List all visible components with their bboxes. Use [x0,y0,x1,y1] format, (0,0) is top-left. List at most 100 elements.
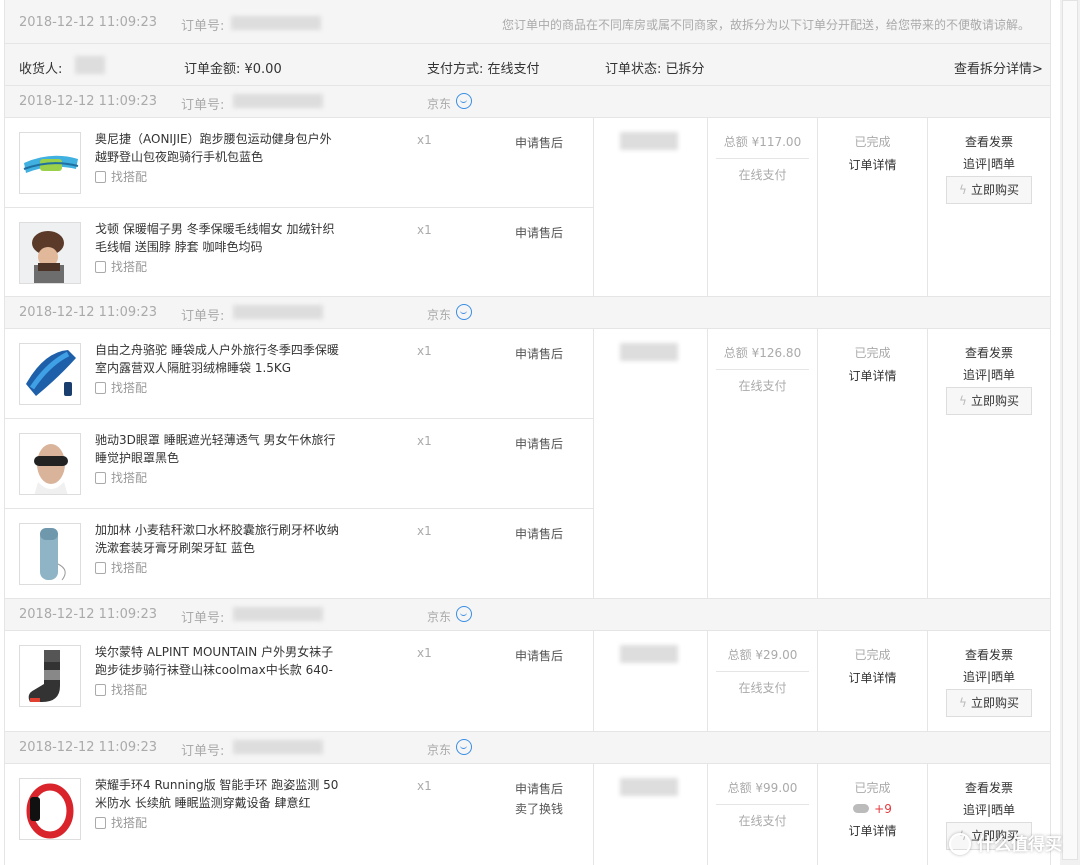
quantity: x1 [417,779,432,793]
view-invoice-link[interactable]: 查看发票 [928,344,1050,361]
split-notice: 您订单中的商品在不同库房或属不同商家，故拆分为以下订单分开配送，给您带来的不便敬… [501,18,1030,32]
view-split-details-link[interactable]: 查看拆分详情> [954,58,1043,77]
product-row: 埃尔蒙特 ALPINT MOUNTAIN 户外男女袜子跑步徒步骑行袜登山袜coo… [5,631,593,732]
scrollbar-thumb[interactable] [1062,0,1078,860]
after-sale-link[interactable]: 申请售后 [515,434,563,454]
product-title[interactable]: 戈顿 保暖帽子男 冬季保暖毛线帽女 加绒针织毛线帽 送围脖 脖套 咖啡色均码 [95,220,343,256]
view-invoice-link[interactable]: 查看发票 [928,133,1050,150]
buy-again-button[interactable]: ϟ 立即购买 [946,176,1032,204]
buy-again-button[interactable]: ϟ 立即购买 [946,387,1032,415]
divider [716,804,809,805]
review-link[interactable]: 追评|晒单 [928,668,1050,685]
product-title[interactable]: 奥尼捷（AONIJIE）跑步腰包运动健身包户外越野登山包夜跑骑行手机包蓝色 [95,130,343,166]
find-match-link[interactable]: 找搭配 [95,379,147,396]
review-link[interactable]: 追评|晒单 [928,801,1050,818]
receiver-blurred [620,645,678,663]
sub-order-header: 2018-12-12 11:09:23 订单号: 京东 [5,86,1050,118]
receiver-label: 收货人: [19,62,63,77]
payment-method: 在线支付 [738,814,787,828]
order-total: 总额 ¥99.00 [727,781,798,795]
shop-name[interactable]: 京东 [427,741,451,758]
amount-cell: 总额 ¥29.00 在线支付 [707,631,817,731]
product-title[interactable]: 荣耀手环4 Running版 智能手环 跑姿监测 50米防水 长续航 睡眠监测穿… [95,776,343,812]
order-date: 2018-12-12 11:09:23 [19,607,158,622]
order-number-blurred [231,16,321,30]
order-number-label: 订单号: [181,98,225,113]
payment-method: 在线支付 [738,168,787,182]
quantity: x1 [417,646,432,660]
fitness-band-thumbnail[interactable] [19,778,81,840]
buy-again-button[interactable]: ϟ 立即购买 [946,689,1032,717]
shop-name[interactable]: 京东 [427,95,451,112]
order-number-blurred [233,607,323,621]
after-sale-link[interactable]: 申请售后 [515,344,563,364]
order-detail-link[interactable]: 订单详情 [818,367,927,384]
receiver-blurred [620,132,678,150]
order-amount: 订单金额: ¥0.00 [184,62,282,77]
after-sale-link[interactable]: 申请售后 [515,646,563,666]
sub-order: 奥尼捷（AONIJIE）跑步腰包运动健身包户外越野登山包夜跑骑行手机包蓝色 找搭… [5,118,1050,297]
after-sale-link[interactable]: 申请售后 [515,133,563,153]
chat-icon[interactable] [456,304,472,320]
waist-bag-thumbnail[interactable] [19,132,81,194]
sleeping-bag-thumbnail[interactable] [19,343,81,405]
divider [716,158,809,159]
match-icon [95,171,106,183]
order-date: 2018-12-12 11:09:23 [19,305,158,320]
eye-mask-thumbnail[interactable] [19,433,81,495]
order-detail-link[interactable]: 订单详情 [818,669,927,686]
product-title[interactable]: 加加林 小麦秸秆漱口水杯胶囊旅行刷牙杯收纳洗漱套装牙膏牙刷架牙缸 蓝色 [95,521,343,557]
product-row: 自由之舟骆驼 睡袋成人户外旅行冬季四季保暖室内露营双人隔脏羽绒棉睡袋 1.5KG… [5,329,593,419]
knit-hat-thumbnail[interactable] [19,222,81,284]
chat-icon[interactable] [456,739,472,755]
review-link[interactable]: 追评|晒单 [928,155,1050,172]
status-completed: 已完成 [854,648,891,662]
status-cell: 已完成 订单详情 [817,329,927,598]
order-date: 2018-12-12 11:09:23 [19,15,158,30]
shop-name[interactable]: 京东 [427,608,451,625]
sub-order: 荣耀手环4 Running版 智能手环 跑姿监测 50米防水 长续航 睡眠监测穿… [5,764,1050,865]
points-earned: +9 [818,802,927,816]
match-icon [95,261,106,273]
lightning-icon: ϟ [959,183,967,197]
receiver-blurred [620,343,678,361]
product-title[interactable]: 驰动3D眼罩 睡眠遮光轻薄透气 男女午休旅行睡觉护眼罩黑色 [95,431,343,467]
find-match-link[interactable]: 找搭配 [95,814,147,831]
after-sale-link[interactable]: 申请售后 [515,223,563,243]
watermark-logo-icon [949,833,971,855]
quantity: x1 [417,223,432,237]
chat-icon[interactable] [456,606,472,622]
review-link[interactable]: 追评|晒单 [928,366,1050,383]
after-sale-link[interactable]: 申请售后 [515,524,563,544]
view-invoice-link[interactable]: 查看发票 [928,646,1050,663]
receiver-cell [593,118,707,296]
find-match-link[interactable]: 找搭配 [95,168,147,185]
find-match-link[interactable]: 找搭配 [95,469,147,486]
product-title[interactable]: 埃尔蒙特 ALPINT MOUNTAIN 户外男女袜子跑步徒步骑行袜登山袜coo… [95,643,343,679]
sock-thumbnail[interactable] [19,645,81,707]
sub-order: 埃尔蒙特 ALPINT MOUNTAIN 户外男女袜子跑步徒步骑行袜登山袜coo… [5,631,1050,732]
sock-image [28,650,60,702]
quantity: x1 [417,133,432,147]
eye-mask-image [34,444,68,494]
travel-cup-thumbnail[interactable] [19,523,81,585]
order-detail-link[interactable]: 订单详情 [818,822,927,839]
product-title[interactable]: 自由之舟骆驼 睡袋成人户外旅行冬季四季保暖室内露营双人隔脏羽绒棉睡袋 1.5KG [95,341,343,377]
shop-name[interactable]: 京东 [427,306,451,323]
product-row: 加加林 小麦秸秆漱口水杯胶囊旅行刷牙杯收纳洗漱套装牙膏牙刷架牙缸 蓝色 找搭配 … [5,509,593,599]
divider [716,369,809,370]
order-number-label: 订单号: [181,19,225,34]
view-invoice-link[interactable]: 查看发票 [928,779,1050,796]
find-match-link[interactable]: 找搭配 [95,258,147,275]
find-match-link[interactable]: 找搭配 [95,559,147,576]
match-icon [95,817,106,829]
receiver-blurred [620,778,678,796]
order-detail-link[interactable]: 订单详情 [818,156,927,173]
sub-order-header: 2018-12-12 11:09:23 订单号: 京东 [5,599,1050,631]
chat-icon[interactable] [456,93,472,109]
sell-exchange-link[interactable]: 卖了换钱 [515,799,563,819]
order-number-blurred [233,94,323,108]
sleeping-bag-image [26,350,76,396]
find-match-link[interactable]: 找搭配 [95,681,147,698]
after-sale-link[interactable]: 申请售后 [515,779,563,799]
